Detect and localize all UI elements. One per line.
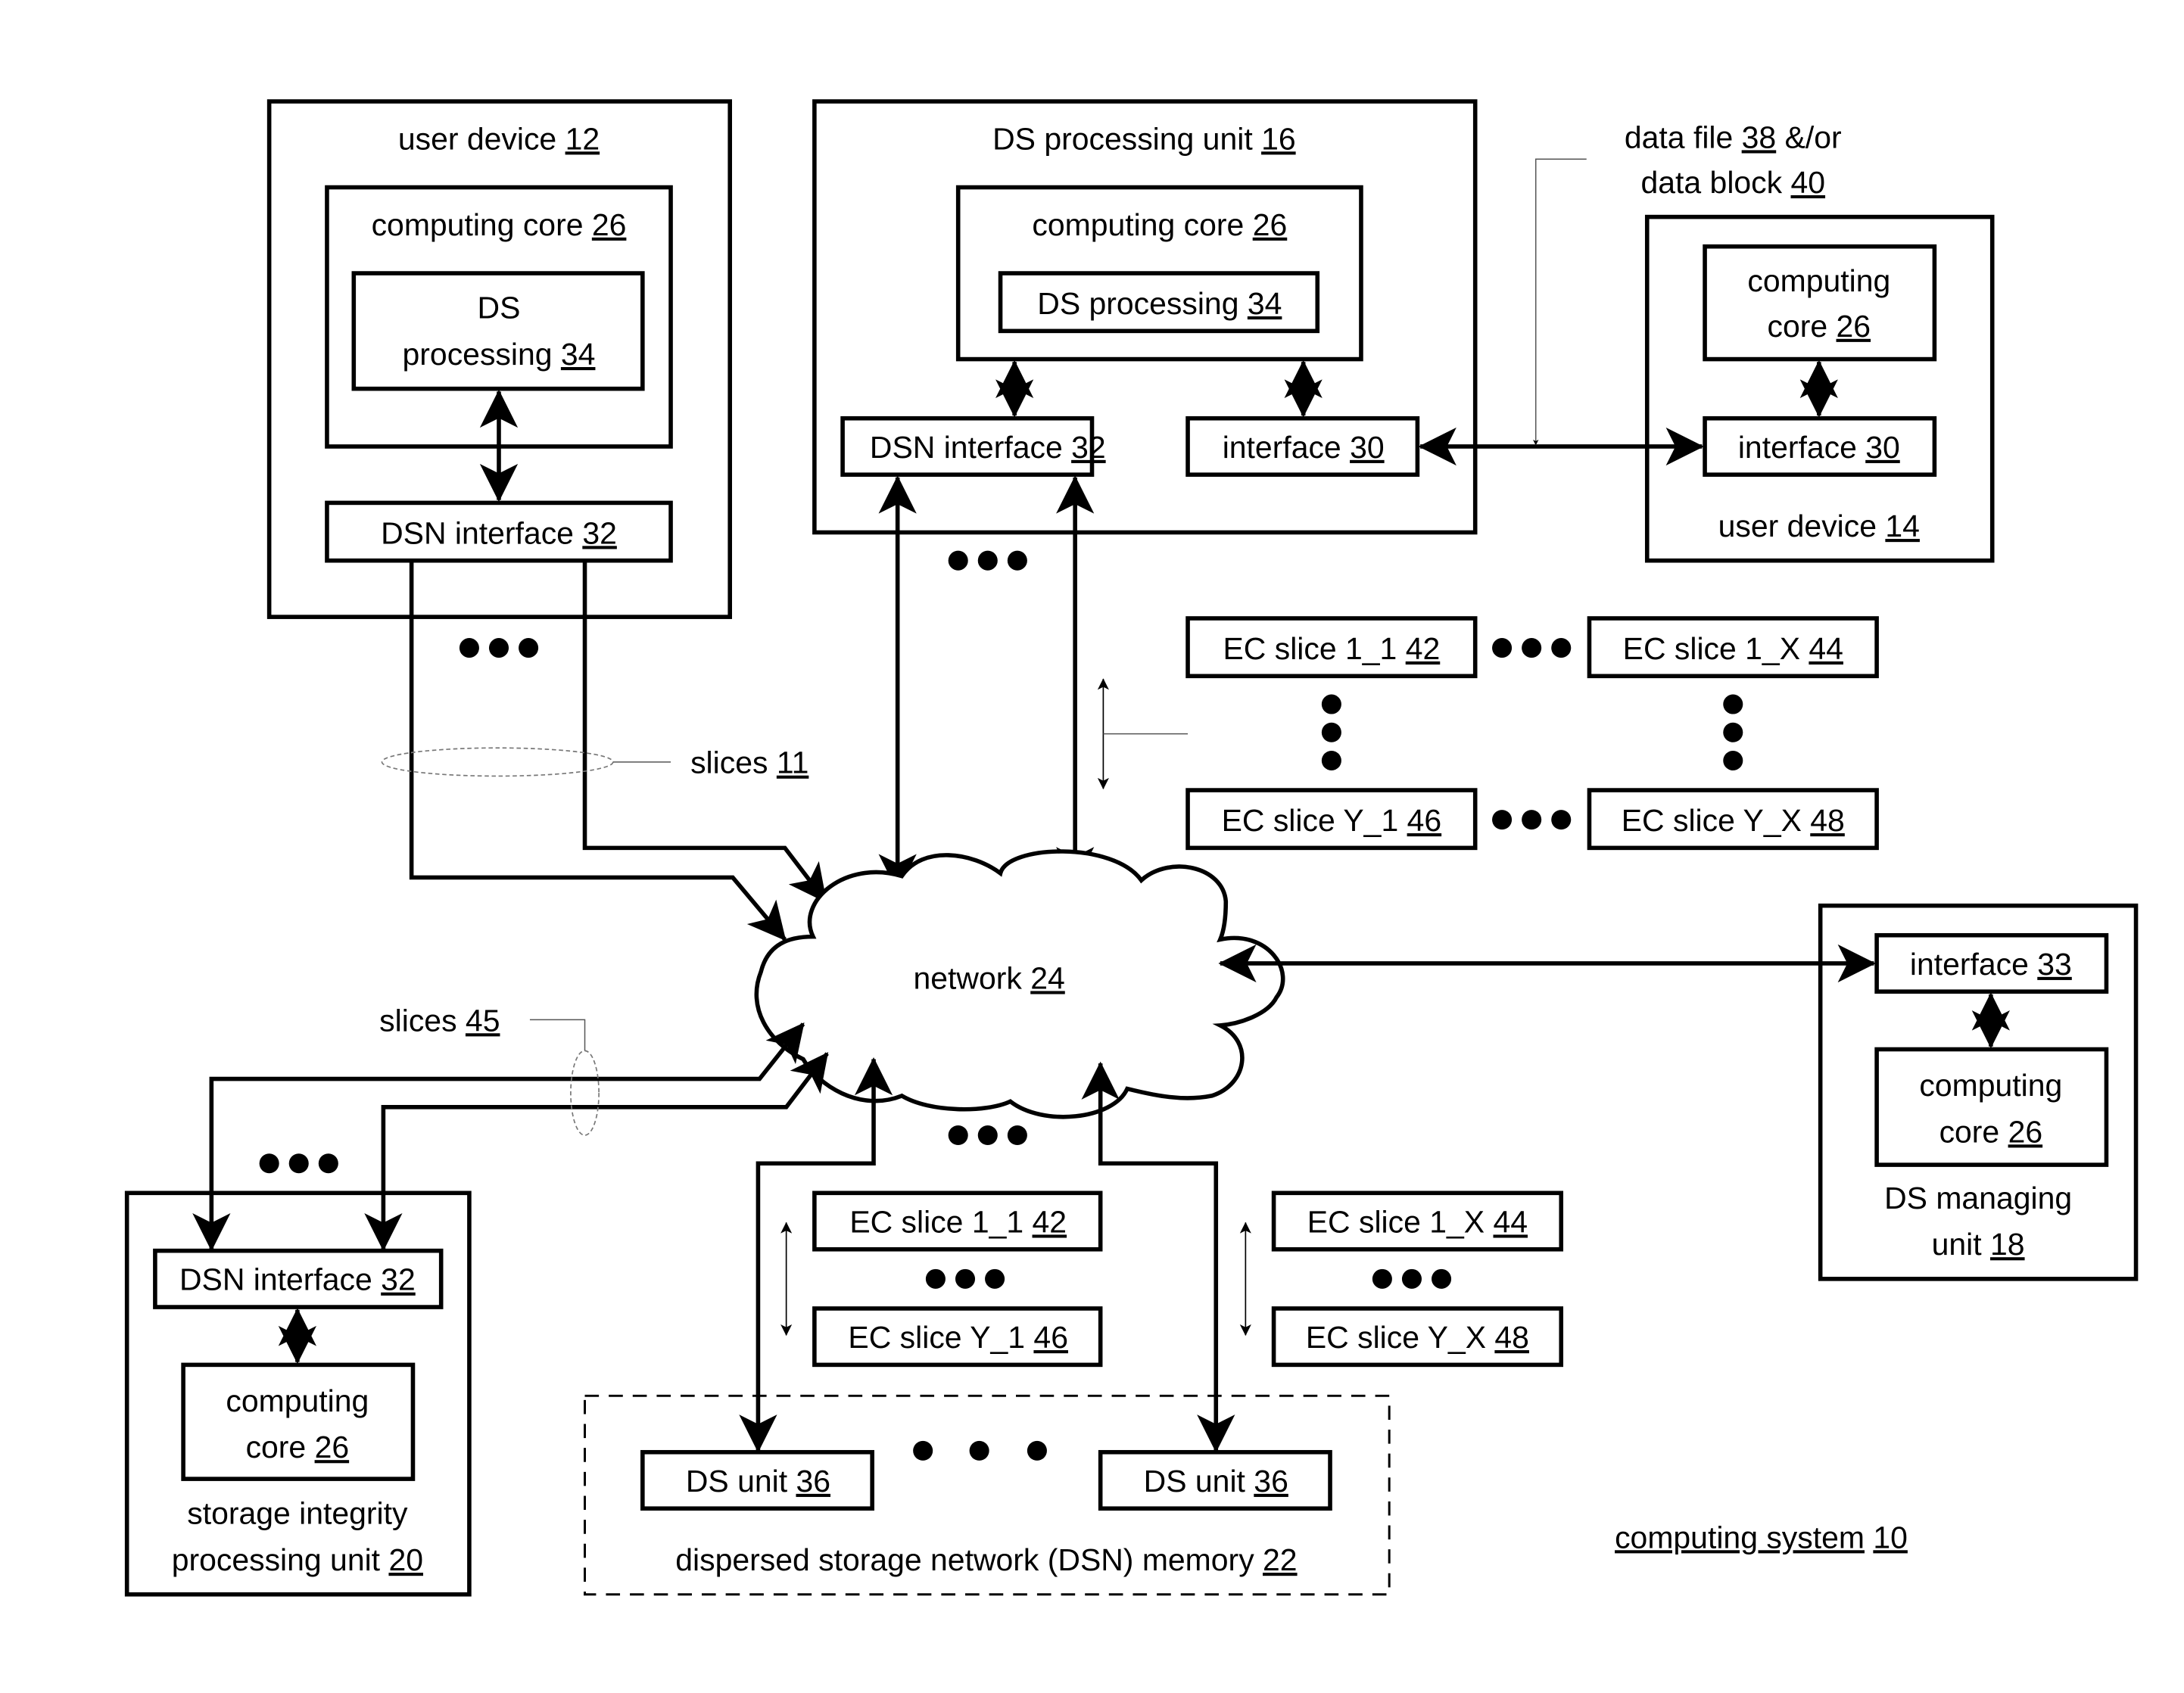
ds-unit-right-slices: EC slice 1_X 44 EC slice Y_X 48 bbox=[1239, 1190, 1564, 1368]
data-pointer-arrow bbox=[1533, 158, 1587, 446]
slices-11-label: slices 11 bbox=[690, 745, 808, 780]
dsn-memory-22: DS unit 36 DS unit 36 dispersed storage … bbox=[584, 1394, 1391, 1596]
connection-wire bbox=[192, 1022, 805, 1252]
computing-system-label: computing system 10 bbox=[1615, 1520, 1908, 1555]
data-file-label: data file 38 &/or bbox=[1625, 120, 1842, 154]
ds-managing-unit-title: unit 18 bbox=[1932, 1227, 2025, 1262]
ellipsis-dots bbox=[259, 1153, 338, 1174]
ds-processing-label: DS processing 34 bbox=[1037, 286, 1282, 321]
ellipsis-dots bbox=[1372, 1268, 1452, 1289]
storage-integrity-unit-20: DSN interface 32 computing core 26 stora… bbox=[124, 1190, 472, 1597]
ec-slice-label: EC slice Y_1 46 bbox=[1222, 803, 1442, 838]
connection-wire bbox=[1081, 1061, 1235, 1453]
leader-line bbox=[529, 1019, 586, 1051]
network-label: network 24 bbox=[914, 960, 1065, 995]
ec-slice-label: EC slice 1_X 44 bbox=[1307, 1204, 1528, 1239]
storage-integrity-title-line1: storage integrity bbox=[187, 1496, 408, 1531]
ellipsis-dots bbox=[459, 638, 539, 658]
slices-45-label: slices 45 bbox=[379, 1003, 500, 1038]
interface-30-label: interface 30 bbox=[1223, 430, 1385, 465]
slices-group-ellipse bbox=[381, 747, 614, 777]
ec-slice-label: EC slice Y_1 46 bbox=[848, 1320, 1068, 1355]
ds-processing-unit-16: DS processing unit 16 computing core 26 … bbox=[812, 99, 1478, 535]
slices-group-ellipse bbox=[570, 1050, 600, 1136]
ds-managing-unit-title-line1: DS managing bbox=[1884, 1181, 2072, 1215]
computing-core-label: core 26 bbox=[1939, 1114, 2043, 1149]
dsn-interface-label: DSN interface 32 bbox=[179, 1262, 416, 1297]
ellipsis-dots bbox=[913, 1440, 1047, 1461]
ds-unit-label: DS unit 36 bbox=[1144, 1464, 1288, 1498]
computing-core-label: computing core 26 bbox=[372, 207, 627, 242]
computing-core-label-line1: computing bbox=[1919, 1068, 2062, 1103]
user-device-14: computing core 26 interface 30 user devi… bbox=[1644, 214, 1995, 563]
ds-unit-label: DS unit 36 bbox=[686, 1464, 830, 1498]
computing-core-label: core 26 bbox=[1768, 309, 1871, 344]
interface-33-label: interface 33 bbox=[1910, 947, 2072, 982]
user-device-12-title: user device 12 bbox=[398, 121, 600, 156]
ec-slice-label: EC slice 1_X 44 bbox=[1623, 631, 1843, 666]
ec-slice-label: EC slice 1_1 42 bbox=[849, 1204, 1067, 1239]
dsn-memory-title: dispersed storage network (DSN) memory 2… bbox=[675, 1542, 1297, 1577]
dsn-system-diagram: user device 12 computing core 26 DS proc… bbox=[124, 99, 2139, 1597]
storage-integrity-title: processing unit 20 bbox=[172, 1542, 423, 1577]
dsn-interface-label: DSN interface 32 bbox=[381, 515, 617, 550]
ds-processing-unit-title: DS processing unit 16 bbox=[992, 121, 1296, 156]
ec-slice-label: EC slice Y_X 48 bbox=[1306, 1320, 1529, 1355]
ellipsis-dots bbox=[948, 550, 1027, 571]
computing-core-label-line1: computing bbox=[226, 1383, 369, 1418]
ec-slice-label: EC slice Y_X 48 bbox=[1622, 803, 1845, 838]
connection-wire bbox=[364, 1052, 829, 1252]
ds-processing-label-line1: DS bbox=[478, 291, 521, 325]
user-device-12: user device 12 computing core 26 DS proc… bbox=[266, 99, 732, 619]
user-device-14-title: user device 14 bbox=[1718, 509, 1920, 543]
ellipsis-dots bbox=[948, 1125, 1027, 1146]
ds-unit-left-slices: EC slice 1_1 42 EC slice Y_1 46 bbox=[780, 1190, 1103, 1368]
connection-wire bbox=[739, 1057, 893, 1453]
ellipsis-dots bbox=[925, 1268, 1005, 1289]
data-block-label: data block 40 bbox=[1641, 165, 1826, 200]
ds-processing-label: processing 34 bbox=[403, 337, 596, 372]
computing-core-label: computing core 26 bbox=[1032, 207, 1287, 242]
dsn-interface-label: DSN interface 32 bbox=[870, 430, 1106, 465]
ec-slice-label: EC slice 1_1 42 bbox=[1223, 631, 1441, 666]
computing-core-label: core 26 bbox=[246, 1430, 350, 1464]
interface-30-label: interface 30 bbox=[1738, 430, 1900, 465]
ec-slice-grid: EC slice 1_1 42 EC slice 1_X 44 EC slice… bbox=[1097, 616, 1879, 851]
computing-core-label-line1: computing bbox=[1747, 263, 1890, 298]
